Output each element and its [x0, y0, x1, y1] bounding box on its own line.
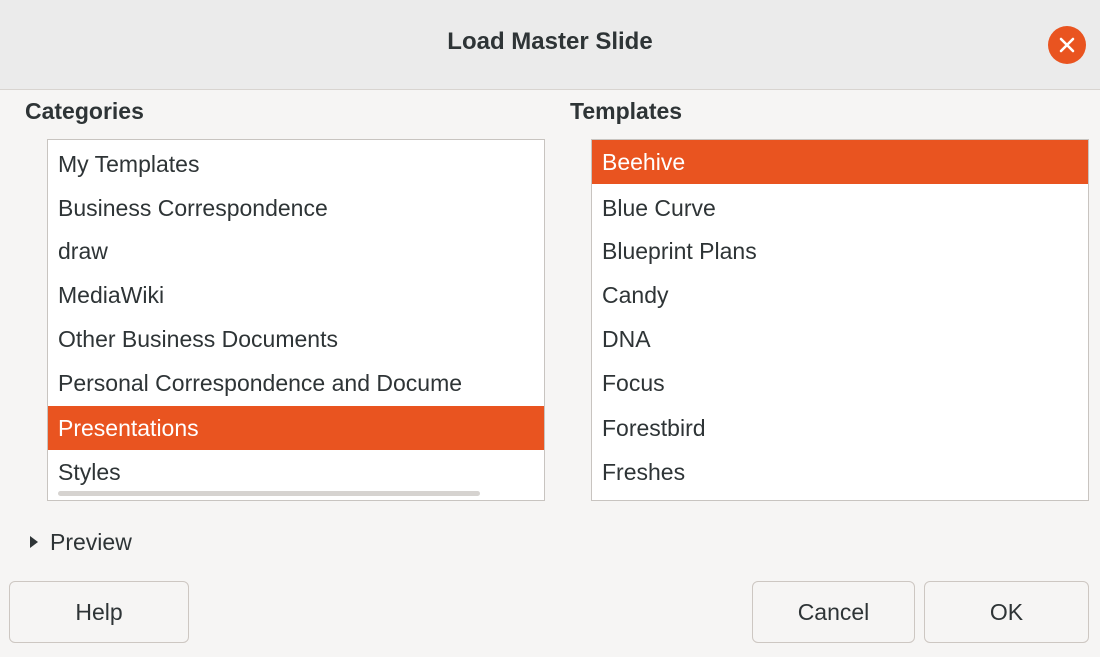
category-item[interactable]: My Templates [48, 142, 544, 186]
category-item[interactable]: MediaWiki [48, 273, 544, 317]
template-item[interactable]: Blueprint Plans [592, 229, 1088, 273]
preview-expander[interactable]: Preview [30, 527, 132, 557]
template-item[interactable]: Forestbird [592, 406, 1088, 450]
categories-list[interactable]: My Templates Business Correspondence dra… [47, 139, 545, 501]
category-item[interactable]: Other Business Documents [48, 317, 544, 361]
templates-label: Templates [570, 98, 683, 124]
templates-list[interactable]: Beehive Blue Curve Blueprint Plans Candy… [591, 139, 1089, 501]
category-item-selected[interactable]: Presentations [48, 406, 544, 450]
dialog-titlebar: Load Master Slide [0, 0, 1100, 90]
category-item[interactable]: Personal Correspondence and Docume [48, 361, 544, 405]
horizontal-scrollbar[interactable] [58, 491, 480, 496]
template-item[interactable]: Blue Curve [592, 186, 1088, 230]
expander-triangle-icon [30, 535, 38, 548]
preview-label: Preview [50, 529, 132, 555]
category-item[interactable]: Business Correspondence [48, 186, 544, 230]
category-item[interactable]: draw [48, 229, 544, 273]
dialog-title: Load Master Slide [447, 28, 653, 55]
cancel-button[interactable]: Cancel [752, 581, 915, 643]
category-item[interactable]: Styles [48, 450, 544, 494]
template-item-selected[interactable]: Beehive [592, 140, 1088, 184]
template-item[interactable]: DNA [592, 317, 1088, 361]
close-button[interactable] [1048, 26, 1086, 64]
close-icon [1059, 37, 1075, 53]
template-item[interactable]: Focus [592, 361, 1088, 405]
template-item[interactable]: Candy [592, 273, 1088, 317]
categories-label: Categories [25, 98, 144, 124]
template-item[interactable]: Freshes [592, 450, 1088, 494]
ok-button[interactable]: OK [924, 581, 1089, 643]
help-button[interactable]: Help [9, 581, 189, 643]
